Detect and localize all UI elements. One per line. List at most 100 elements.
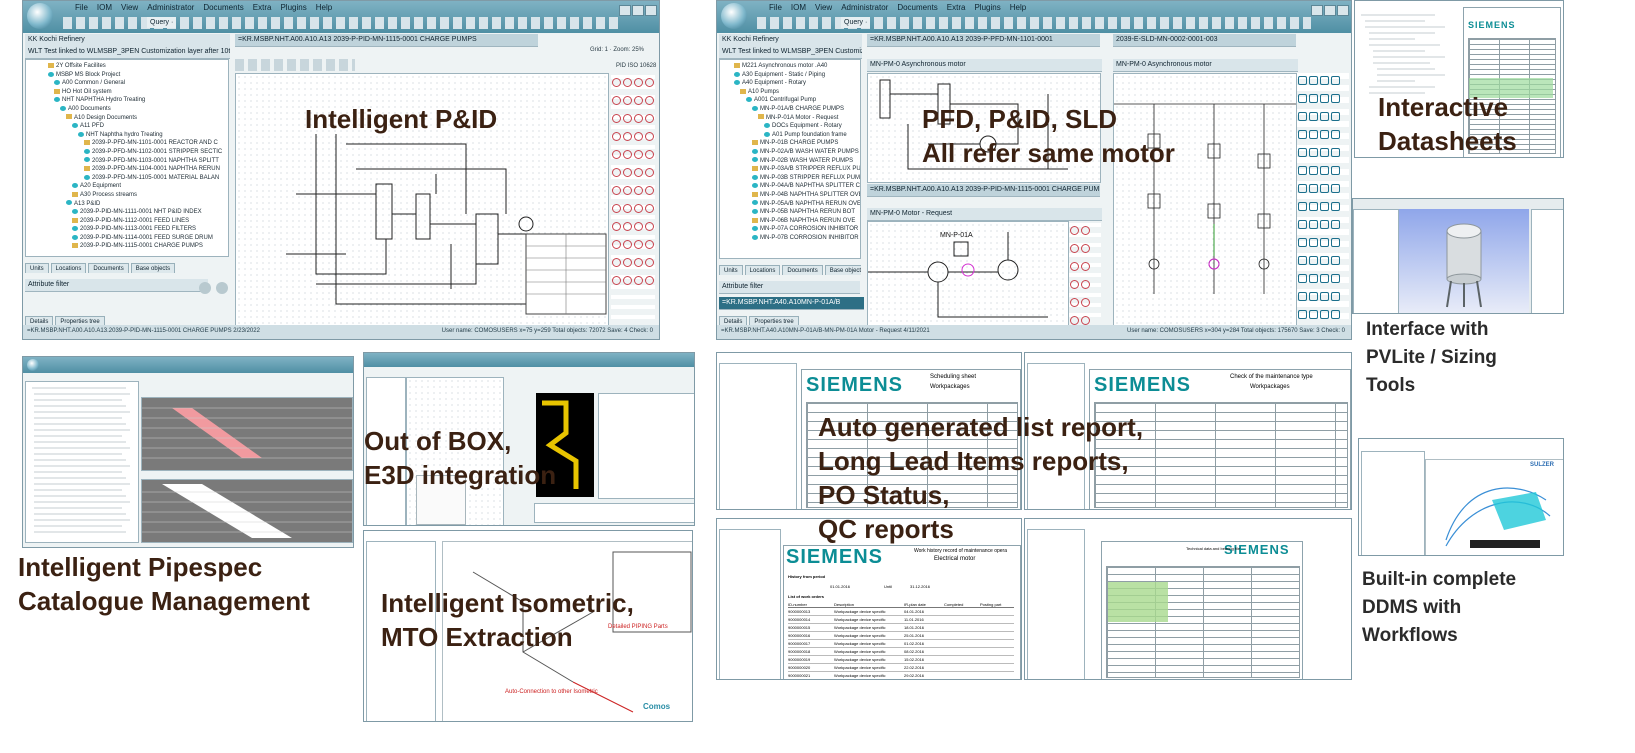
tab-locations[interactable]: Locations — [50, 263, 87, 273]
close-button[interactable] — [645, 5, 657, 16]
pvlite-tree[interactable] — [1353, 209, 1399, 313]
tab-locations[interactable]: Locations — [744, 265, 781, 275]
menu-iom[interactable]: IOM — [791, 3, 806, 12]
e3d-attribute-panel[interactable] — [598, 393, 694, 499]
tree-node[interactable]: 2039-P-PID-MN-1115-0001 CHARGE PUMPS — [48, 242, 228, 251]
tree-node[interactable]: MN-P-02B WASH WATER PUMPS — [734, 157, 860, 166]
path-field[interactable]: =KR.MSBP.NHT.A40.A10MN-P-01A/B — [719, 297, 864, 310]
navigator-tabs[interactable]: Units Locations Documents Base objects — [719, 265, 861, 275]
tree-node[interactable]: MN-P-07B CORROSION INHIBITOR — [734, 234, 860, 243]
tree-node[interactable]: A10 Design Documents — [48, 114, 228, 123]
filter-toggle-icon[interactable] — [199, 282, 211, 294]
query-button[interactable]: Query · — [147, 17, 177, 28]
tab-documents[interactable]: Documents — [782, 265, 823, 275]
tree-node[interactable]: MN-P-05B NAPHTHA RERUN BOT — [734, 208, 860, 217]
layer-field[interactable]: WLT Test linked to WLMSBP_3PEN Customiza… — [25, 46, 230, 59]
tree-node[interactable]: MN-P-03B STRIPPER REFLUX PUM — [734, 174, 860, 183]
tree-node[interactable]: NHT NAPHTHA Hydro Treating — [48, 96, 228, 105]
maximize-button[interactable] — [632, 5, 644, 16]
tree-node[interactable]: A11 PFD — [48, 122, 228, 131]
tree-node[interactable]: M221 Asynchronous motor .A40 — [734, 62, 860, 71]
navigator-tabs[interactable]: Units Locations Documents Base objects — [25, 263, 229, 273]
report-sheet-4[interactable]: SIEMENS Technical data and bearing file — [1101, 541, 1303, 679]
tree-node[interactable]: 2039-P-PFD-MN-1101-0001 REACTOR AND C — [48, 139, 228, 148]
menu-file[interactable]: File — [769, 3, 782, 12]
menu-extra[interactable]: Extra — [253, 3, 272, 12]
tab-base-objects[interactable]: Base objects — [824, 265, 861, 275]
tree-node[interactable]: 2039-P-PID-MN-1113-0001 FEED FILTERS — [48, 225, 228, 234]
tree-node[interactable]: MN-P-04B NAPHTHA SPLITTER OVE — [734, 191, 860, 200]
menu-file[interactable]: File — [75, 3, 88, 12]
tree-node[interactable]: 2039-P-PFD-MN-1105-0001 MATERIAL BALAN — [48, 174, 228, 183]
menu-extra[interactable]: Extra — [947, 3, 966, 12]
tree-node[interactable]: A00 Documents — [48, 105, 228, 114]
pid-canvas-b[interactable]: MN-P-01A — [867, 221, 1069, 327]
e3d-command-bar[interactable] — [534, 503, 694, 523]
maximize-button[interactable] — [1324, 5, 1336, 16]
document-tab[interactable]: =KR.MSBP.NHT.A00.A10.A13 2039-P-PID-MN-1… — [235, 34, 538, 47]
tree-node[interactable]: MN-P-02A/B WASH WATER PUMPS — [734, 148, 860, 157]
menu-iom[interactable]: IOM — [97, 3, 112, 12]
menu-view[interactable]: View — [815, 3, 832, 12]
tree-node[interactable]: A13 P&ID — [48, 200, 228, 209]
tree-node[interactable]: 2Y Offsite Facilites — [48, 62, 228, 71]
tree-node[interactable]: 2039-P-PID-MN-1114-0001 FEED SURGE DRUM — [48, 234, 228, 243]
tree-node[interactable]: 2039-P-PID-MN-1111-0001 NHT P&ID INDEX — [48, 208, 228, 217]
branch-table[interactable] — [141, 397, 353, 471]
sld-motor-field[interactable]: MN-PM-0 Asynchronous motor — [1113, 59, 1298, 72]
tab-units[interactable]: Units — [25, 263, 49, 273]
report-sheet-3[interactable]: SIEMENS Work history record of maintenan… — [783, 545, 1021, 679]
minimize-button[interactable] — [619, 5, 631, 16]
tree-node[interactable]: A001 Centrifugal Pump — [734, 96, 860, 105]
navigator-tree[interactable]: M221 Asynchronous motor .A40 A30 Equipmen… — [719, 59, 861, 259]
minimize-button[interactable] — [1311, 5, 1323, 16]
navigator-tree[interactable]: 2Y Offsite Facilites MSBP MS Block Projec… — [25, 59, 229, 257]
tree-node[interactable]: MN-P-05A/B NAPHTHA RERUN OVE — [734, 200, 860, 209]
menu-administrator[interactable]: Administrator — [147, 3, 194, 12]
menu-view[interactable]: View — [121, 3, 138, 12]
pvlite-properties[interactable] — [1531, 209, 1563, 313]
tree-node[interactable]: A40 Equipment - Rotary — [734, 79, 860, 88]
report-tree-4[interactable] — [1027, 529, 1085, 679]
attribute-filter[interactable]: Attribute filter — [25, 279, 208, 292]
close-button[interactable] — [1337, 5, 1349, 16]
tree-node[interactable]: MN-P-07A CORROSION INHIBITOR — [734, 225, 860, 234]
tree-node[interactable]: 2039-P-PID-MN-1112-0001 FEED LINES — [48, 217, 228, 226]
tree-node[interactable]: MN-P-03A/B STRIPPER REFLUX PUMPS — [734, 165, 860, 174]
tree-node[interactable]: HO Hot Oil system — [48, 88, 228, 97]
tree-node[interactable]: 2039-P-PFD-MN-1104-0001 NAPHTHA RERUN — [48, 165, 228, 174]
tree-node[interactable]: A10 Pumps — [734, 88, 860, 97]
filter-apply-icon[interactable] — [216, 282, 228, 294]
pfd-document-tab[interactable]: =KR.MSBP.NHT.A00.A10.A13 2039-P-PFD-MN-1… — [867, 34, 1100, 47]
attribute-filter[interactable]: Attribute filter — [719, 281, 860, 294]
tree-node[interactable]: 2039-P-PFD-MN-1102-0001 STRIPPER SECTIC — [48, 148, 228, 157]
report-tree-1[interactable] — [719, 363, 797, 509]
tree-node[interactable]: MN-P-01B CHARGE PUMPS — [734, 139, 860, 148]
drawing-toolbar[interactable] — [235, 59, 355, 71]
tree-node[interactable]: MN-P-04A/B NAPHTHA SPLITTER C — [734, 182, 860, 191]
ddms-pump-curve[interactable]: SULZER — [1425, 459, 1563, 555]
symbol-palette[interactable] — [611, 75, 655, 327]
tree-node[interactable]: NHT Naphtha hydro Treating — [48, 131, 228, 140]
tree-node[interactable]: A30 Equipment - Static / Piping — [734, 71, 860, 80]
menu-plugins[interactable]: Plugins — [974, 3, 1000, 12]
ddms-tree[interactable] — [1361, 451, 1425, 555]
sld-symbol-palette[interactable] — [1297, 73, 1349, 337]
tree-node[interactable]: MN-P-01A Motor - Request — [734, 114, 860, 123]
pipespec-tree[interactable] — [25, 381, 139, 543]
tree-node[interactable]: A01 Pump foundation frame — [734, 131, 860, 140]
tree-node[interactable]: 2039-P-PFD-MN-1103-0001 NAPHTHA SPLITT — [48, 157, 228, 166]
pid-motor-field[interactable]: MN-PM-0 Motor - Request — [867, 208, 1102, 221]
menu-documents[interactable]: Documents — [203, 3, 243, 12]
tree-node[interactable]: MSBP MS Block Project — [48, 71, 228, 80]
tab-base-objects[interactable]: Base objects — [130, 263, 176, 273]
pfd-motor-field[interactable]: MN-PM-0 Asynchronous motor — [867, 59, 1102, 72]
tree-node[interactable]: A20 Equipment — [48, 182, 228, 191]
query-button[interactable]: Query · — [841, 17, 871, 28]
sld-document-tab[interactable]: 2039-E-SLD-MN-0002-0001-003 — [1113, 34, 1296, 47]
pid-symbol-palette[interactable] — [1069, 223, 1101, 339]
pvlite-viewport[interactable] — [1399, 209, 1529, 313]
layer-field[interactable]: WLT Test linked to WLMSBP_3PEN Customiza… — [719, 46, 862, 59]
menu-administrator[interactable]: Administrator — [841, 3, 888, 12]
tab-documents[interactable]: Documents — [88, 263, 129, 273]
